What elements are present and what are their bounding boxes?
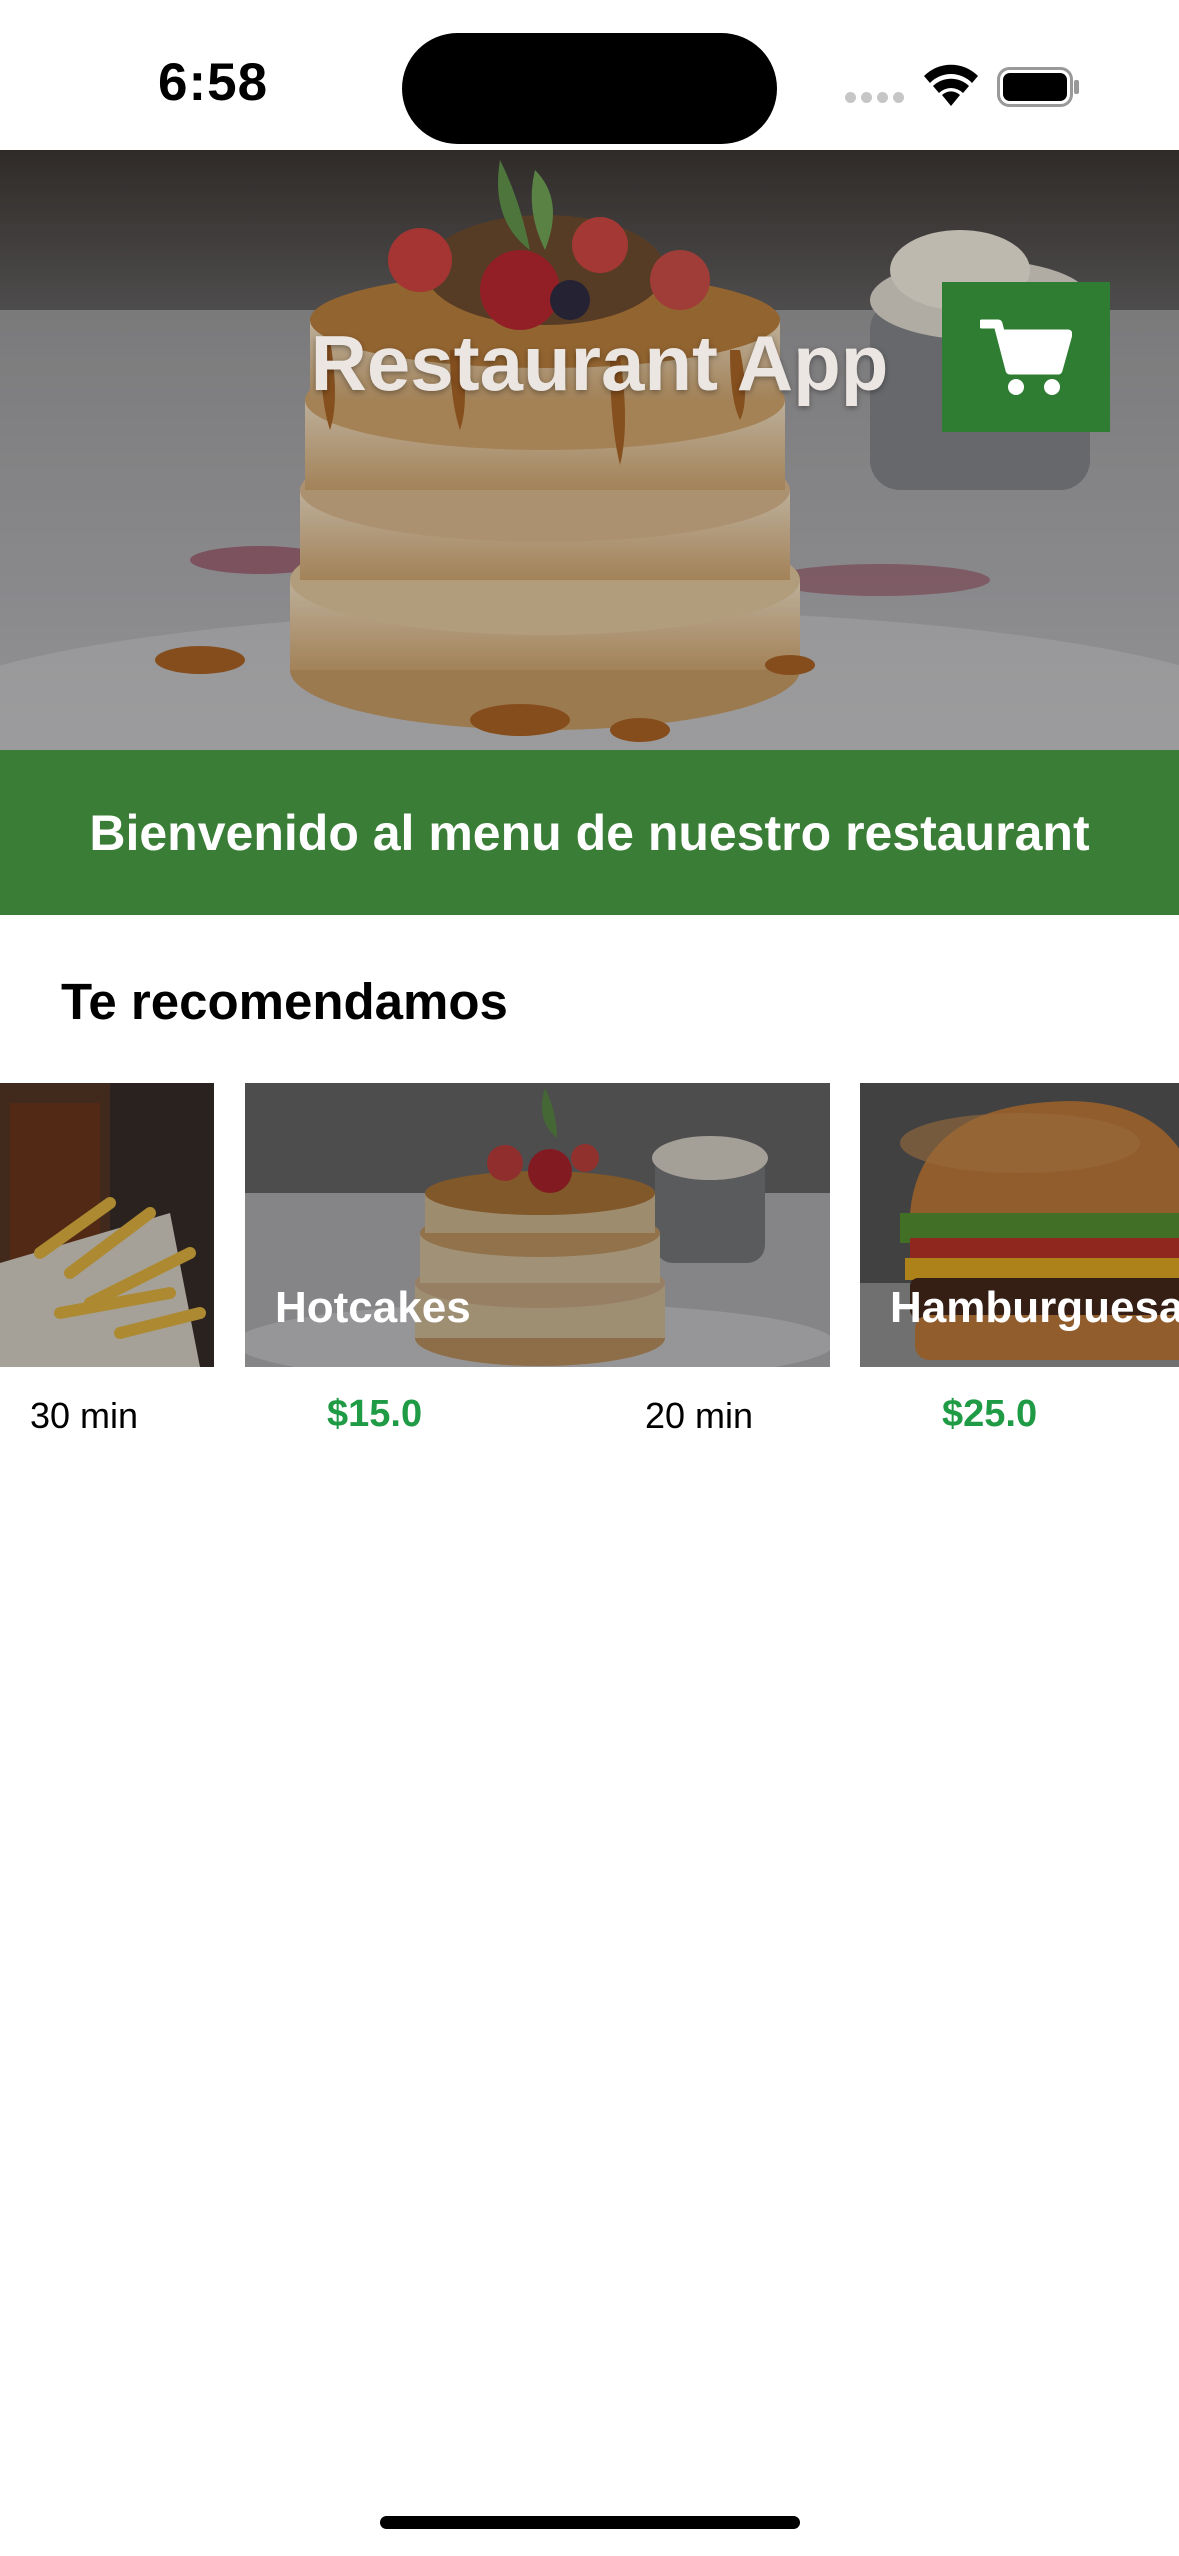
card-time: 30 min [30,1395,139,1436]
cart-button[interactable] [942,282,1110,432]
recommendation-card[interactable] [0,1083,214,1367]
dynamic-island [402,33,777,144]
card-price: $25.0 [942,1393,1038,1435]
shopping-cart-icon [980,319,1072,395]
wifi-icon [924,64,978,106]
welcome-banner: Bienvenido al menu de nuestro restaurant [0,750,1179,915]
recommendation-card[interactable]: Hamburguesa [860,1083,1179,1367]
battery-icon [997,67,1079,107]
card-name: Hotcakes [275,1283,471,1332]
welcome-text: Bienvenido al menu de nuestro restaurant [89,804,1090,861]
status-bar: 6:58 [0,0,1179,150]
app-title: Restaurant App [310,319,889,407]
home-indicator[interactable] [380,2516,800,2529]
section-title: Te recomendamos [61,973,508,1030]
card-time: 20 min [645,1395,754,1436]
card-name: Hamburguesa [890,1283,1179,1332]
hero-banner: Restaurant App [0,150,1179,750]
recommendation-card[interactable]: Hotcakes [245,1083,830,1367]
card-price: $15.0 [327,1393,423,1435]
hero-pancakes-image [0,150,1179,750]
status-time: 6:58 [158,53,269,112]
cellular-signal-icon [845,92,905,106]
